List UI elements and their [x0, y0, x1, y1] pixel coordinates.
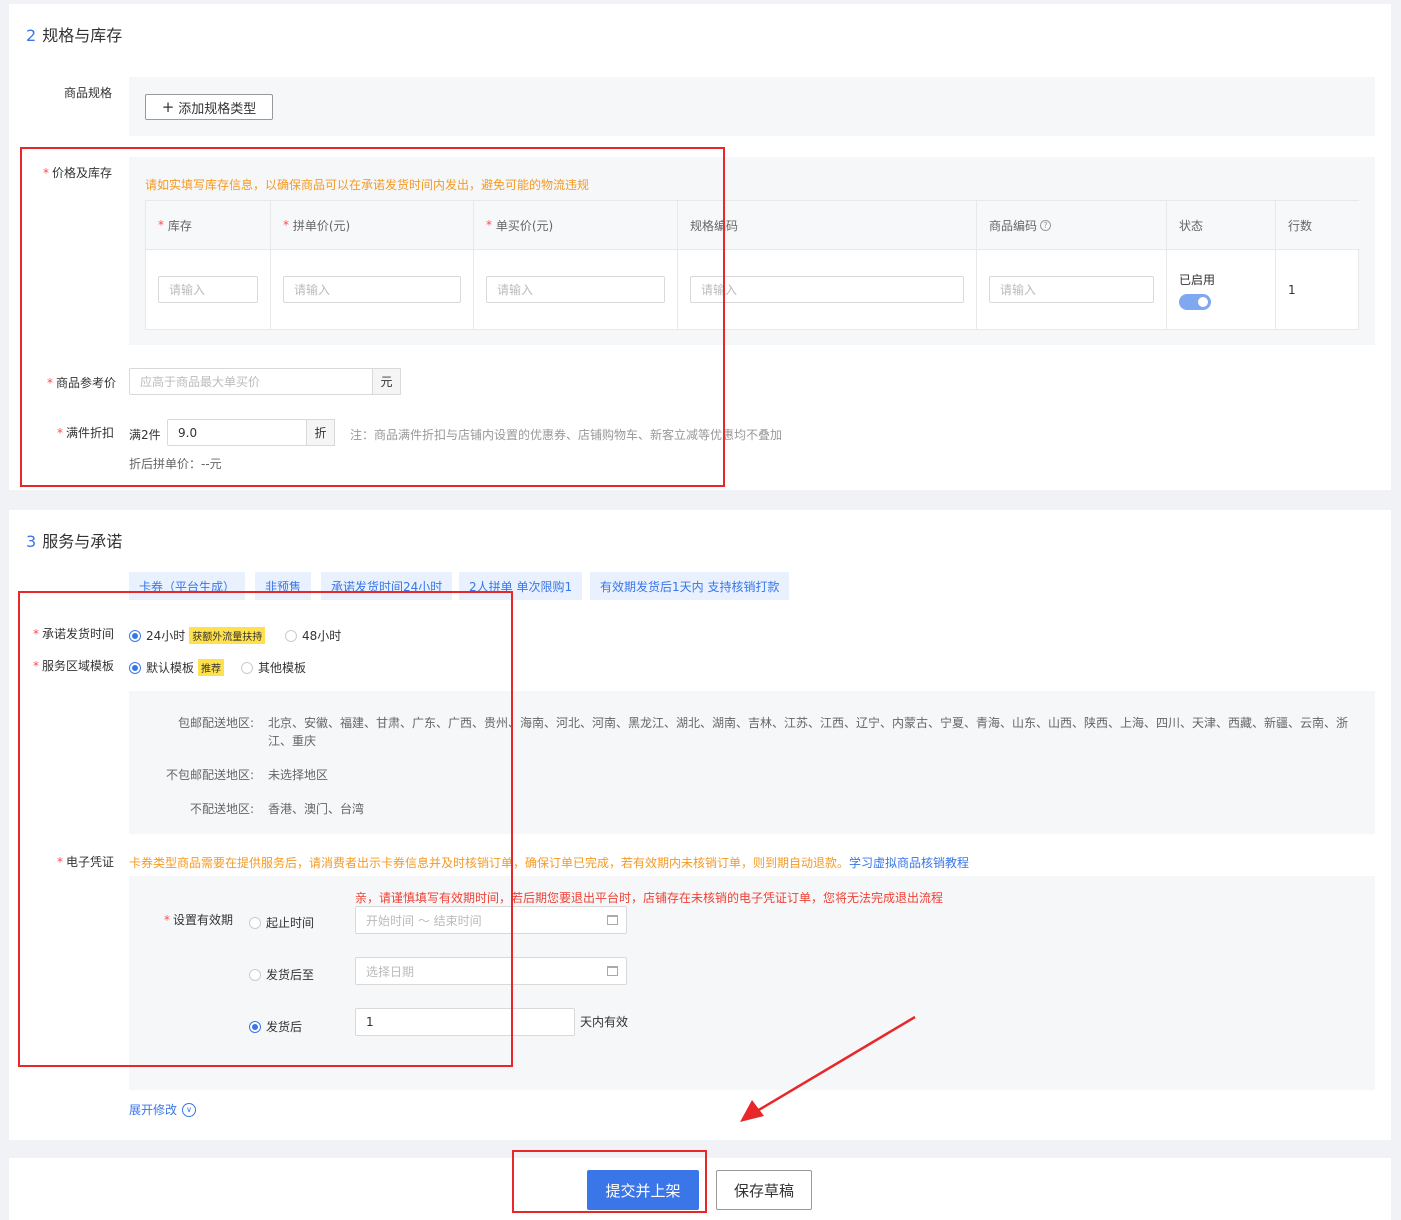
- discount-note: 注：商品满件折扣与店铺内设置的优惠券、店铺购物车、新客立减等优惠均不叠加: [350, 428, 783, 442]
- discount-label: * 满件折扣: [57, 426, 115, 440]
- status-toggle[interactable]: [1179, 294, 1211, 310]
- status-text: 已启用: [1179, 273, 1216, 287]
- calendar-icon: [607, 915, 618, 925]
- ship-48h-radio[interactable]: 48小时: [285, 627, 341, 644]
- chevron-down-icon: ∨: [182, 1102, 197, 1117]
- free-region-label: 包邮配送地区:: [178, 716, 255, 730]
- stock-input[interactable]: 请输入: [158, 276, 258, 303]
- date-range-input[interactable]: 开始时间 ～ 结束时间: [355, 906, 627, 934]
- date-input[interactable]: 选择日期: [355, 957, 627, 985]
- annotation-arrow: [740, 1015, 916, 1122]
- expand-edit-link[interactable]: 展开修改 ∨: [129, 1101, 197, 1118]
- discount-price: 折后拼单价：--元: [129, 457, 222, 471]
- region-label: * 服务区域模板: [33, 659, 115, 673]
- th-row-count: 行数: [1276, 201, 1360, 249]
- footer-bar: [9, 1158, 1391, 1220]
- tag-ship-time: 承诺发货时间24小时: [321, 572, 453, 600]
- spec-box: [129, 77, 1375, 136]
- voucher-label: * 电子凭证: [57, 855, 115, 869]
- free-region-list-2: 江、重庆: [268, 734, 317, 748]
- ref-price-label: * 商品参考价: [47, 376, 117, 390]
- ship-badge: 获额外流量扶持: [189, 627, 266, 644]
- free-region-list: 北京、安徽、福建、甘肃、广东、广西、贵州、海南、河北、河南、黑龙江、湖北、湖南、…: [268, 716, 1349, 730]
- th-status: 状态: [1167, 201, 1276, 249]
- calendar-icon: [607, 966, 618, 976]
- goods-code-input[interactable]: 请输入: [989, 276, 1154, 303]
- validity-warning: 亲，请谨慎填写有效期时间，若后期您要退出平台时，店铺存在未核销的电子凭证订单，您…: [355, 891, 944, 905]
- ship-time-label: * 承诺发货时间: [33, 627, 115, 641]
- region-other-radio[interactable]: 其他模板: [241, 659, 306, 676]
- nonfree-region-label: 不包邮配送地区:: [166, 768, 255, 782]
- section-title: 3 服务与承诺: [26, 532, 123, 551]
- nodeliver-region-label: 不配送地区:: [190, 802, 255, 816]
- ref-price-unit: 元: [372, 368, 401, 395]
- sku-table: * 库存 * 拼单价(元) * 单买价(元) 规格编码 商品编码? 状态 行数: [145, 200, 1360, 330]
- ref-price-input[interactable]: 应高于商品最大单买价: [129, 368, 373, 395]
- discount-unit: 折: [306, 419, 335, 446]
- voucher-note: 卡券类型商品需要在提供服务后，请消费者出示卡券信息并及时核销订单，确保订单已完成…: [129, 856, 970, 870]
- single-price-input[interactable]: 请输入: [486, 276, 665, 303]
- voucher-tutorial-link[interactable]: 学习虚拟商品核销教程: [849, 856, 969, 870]
- group-price-input[interactable]: 请输入: [283, 276, 461, 303]
- validity-after-radio[interactable]: 发货后: [249, 1018, 302, 1035]
- tag-voucher: 卡券（平台生成）: [129, 572, 246, 600]
- validity-range-radio[interactable]: 起止时间: [249, 914, 314, 931]
- help-icon[interactable]: ?: [1040, 219, 1052, 231]
- save-draft-button[interactable]: 保存草稿: [716, 1170, 812, 1210]
- nonfree-region-value: 未选择地区: [268, 768, 329, 782]
- th-spec-code: 规格编码: [678, 201, 977, 249]
- th-group-price: * 拼单价(元): [271, 201, 474, 249]
- after-days-input[interactable]: 1: [355, 1008, 575, 1036]
- nodeliver-region-value: 香港、澳门、台湾: [268, 802, 365, 816]
- th-goods-code: 商品编码?: [977, 201, 1167, 249]
- ship-24h-radio[interactable]: 24小时 获额外流量扶持: [129, 627, 266, 644]
- after-days-unit: 天内有效: [580, 1015, 629, 1029]
- spec-code-input[interactable]: 请输入: [690, 276, 964, 303]
- price-stock-label: * 价格及库存: [43, 166, 113, 180]
- validity-after-until-radio[interactable]: 发货后至: [249, 966, 314, 983]
- add-spec-type-button[interactable]: + 添加规格类型: [145, 94, 273, 120]
- plus-icon: +: [161, 98, 175, 116]
- tag-validity: 有效期发货后1天内 支持核销打款: [590, 572, 790, 600]
- validity-label: * 设置有效期: [164, 913, 234, 927]
- section-title: 2 规格与库存: [26, 26, 123, 45]
- discount-prefix: 满2件: [129, 428, 161, 442]
- discount-input[interactable]: 9.0: [167, 419, 307, 446]
- region-default-radio[interactable]: 默认模板 推荐: [129, 659, 225, 676]
- tag-non-presale: 非预售: [255, 572, 312, 600]
- stock-warning: 请如实填写库存信息，以确保商品可以在承诺发货时间内发出，避免可能的物流违规: [145, 178, 590, 192]
- th-single-price: * 单买价(元): [474, 201, 678, 249]
- row-count: 1: [1288, 283, 1296, 297]
- th-stock: * 库存: [146, 201, 271, 249]
- submit-button[interactable]: 提交并上架: [587, 1170, 699, 1210]
- region-badge: 推荐: [198, 659, 225, 676]
- spec-label: 商品规格: [64, 86, 113, 100]
- tag-group-buy: 2人拼单 单次限购1: [459, 572, 583, 600]
